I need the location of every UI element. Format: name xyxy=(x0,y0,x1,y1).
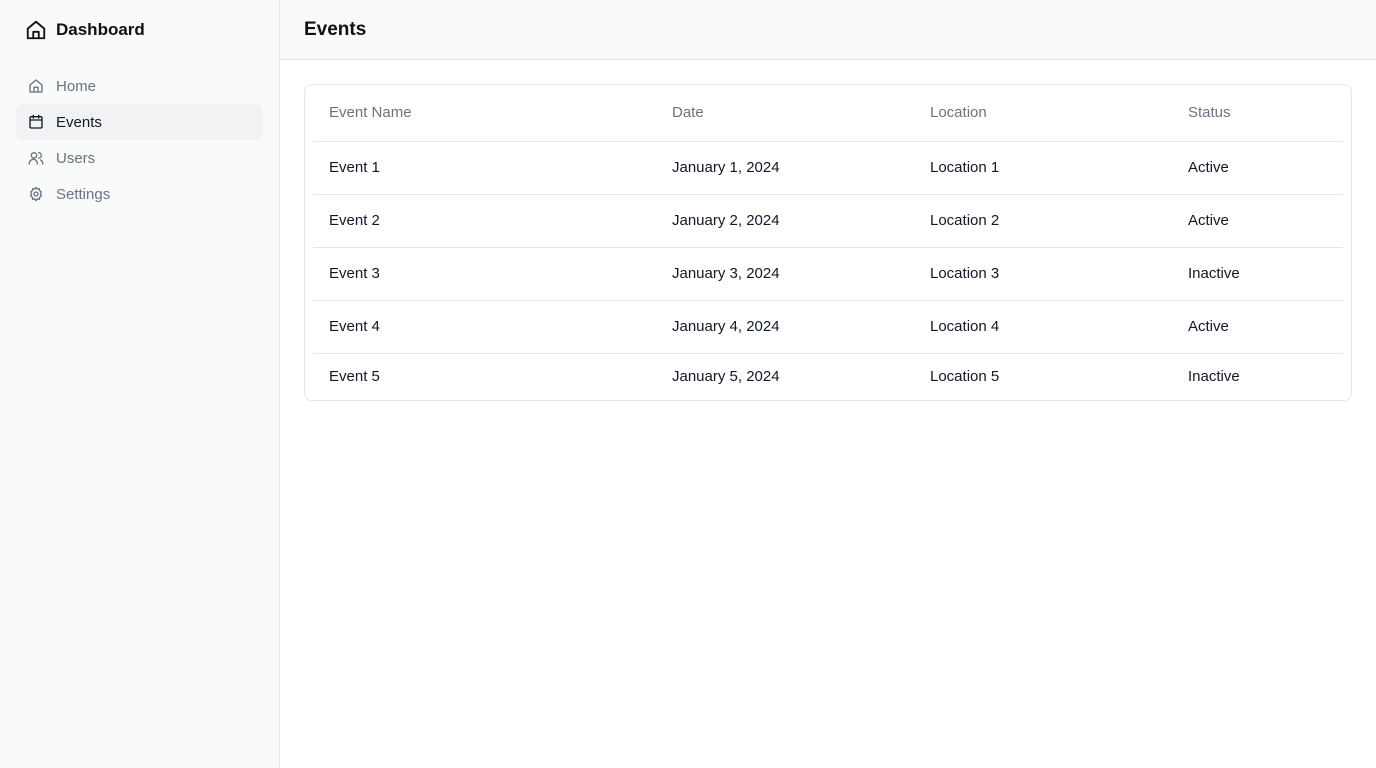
brand[interactable]: Dashboard xyxy=(0,0,279,60)
location-cell: Location 4 xyxy=(914,300,1172,354)
table-row[interactable]: Event 5 January 5, 2024 Location 5 Inact… xyxy=(313,353,1343,400)
event-name-cell: Event 4 xyxy=(313,300,656,354)
column-header-event-name[interactable]: Event Name xyxy=(313,85,656,142)
sidebar-item-home[interactable]: Home xyxy=(16,68,263,104)
status-cell: Active xyxy=(1172,300,1343,354)
events-table: Event Name Date Location Status Event 1 … xyxy=(313,85,1343,400)
table-row[interactable]: Event 3 January 3, 2024 Location 3 Inact… xyxy=(313,247,1343,301)
status-cell: Active xyxy=(1172,141,1343,195)
main-area: Events Event Name Date Location Status E… xyxy=(280,0,1376,768)
event-name-cell: Event 3 xyxy=(313,247,656,301)
status-cell: Inactive xyxy=(1172,247,1343,301)
brand-title: Dashboard xyxy=(56,20,145,39)
table-row[interactable]: Event 2 January 2, 2024 Location 2 Activ… xyxy=(313,194,1343,248)
table-row[interactable]: Event 1 January 1, 2024 Location 1 Activ… xyxy=(313,141,1343,195)
home-icon xyxy=(28,78,44,94)
sidebar: Dashboard Home Events Users Settings xyxy=(0,0,280,768)
status-cell: Active xyxy=(1172,194,1343,248)
date-cell: January 3, 2024 xyxy=(656,247,914,301)
sidebar-item-events[interactable]: Events xyxy=(16,104,263,140)
location-cell: Location 2 xyxy=(914,194,1172,248)
location-cell: Location 3 xyxy=(914,247,1172,301)
table-row[interactable]: Event 4 January 4, 2024 Location 4 Activ… xyxy=(313,300,1343,354)
content: Event Name Date Location Status Event 1 … xyxy=(280,60,1376,401)
gear-icon xyxy=(28,186,44,202)
sidebar-item-label: Home xyxy=(56,77,97,95)
event-name-cell: Event 2 xyxy=(313,194,656,248)
location-cell: Location 1 xyxy=(914,141,1172,195)
event-name-cell: Event 5 xyxy=(329,368,380,386)
date-cell: January 4, 2024 xyxy=(656,300,914,354)
calendar-icon xyxy=(28,114,44,130)
page-title: Events xyxy=(304,18,367,40)
sidebar-item-settings[interactable]: Settings xyxy=(16,176,263,212)
sidebar-item-label: Settings xyxy=(56,185,111,203)
sidebar-nav: Home Events Users Settings xyxy=(0,60,279,212)
date-cell: January 2, 2024 xyxy=(656,194,914,248)
events-table-card: Event Name Date Location Status Event 1 … xyxy=(304,84,1352,401)
home-icon xyxy=(25,18,47,42)
date-cell: January 1, 2024 xyxy=(656,141,914,195)
event-name-cell: Event 1 xyxy=(313,141,656,195)
top-bar: Events xyxy=(280,0,1376,60)
users-icon xyxy=(28,150,44,166)
date-cell: January 5, 2024 xyxy=(672,368,780,386)
sidebar-item-label: Users xyxy=(56,149,96,167)
location-cell: Location 5 xyxy=(930,368,1000,386)
status-cell: Inactive xyxy=(1188,368,1240,386)
sidebar-item-users[interactable]: Users xyxy=(16,140,263,176)
table-header-row: Event Name Date Location Status xyxy=(313,85,1343,142)
column-header-status[interactable]: Status xyxy=(1172,85,1343,142)
sidebar-item-label: Events xyxy=(56,113,102,131)
column-header-location[interactable]: Location xyxy=(914,85,1172,142)
column-header-date[interactable]: Date xyxy=(656,85,914,142)
